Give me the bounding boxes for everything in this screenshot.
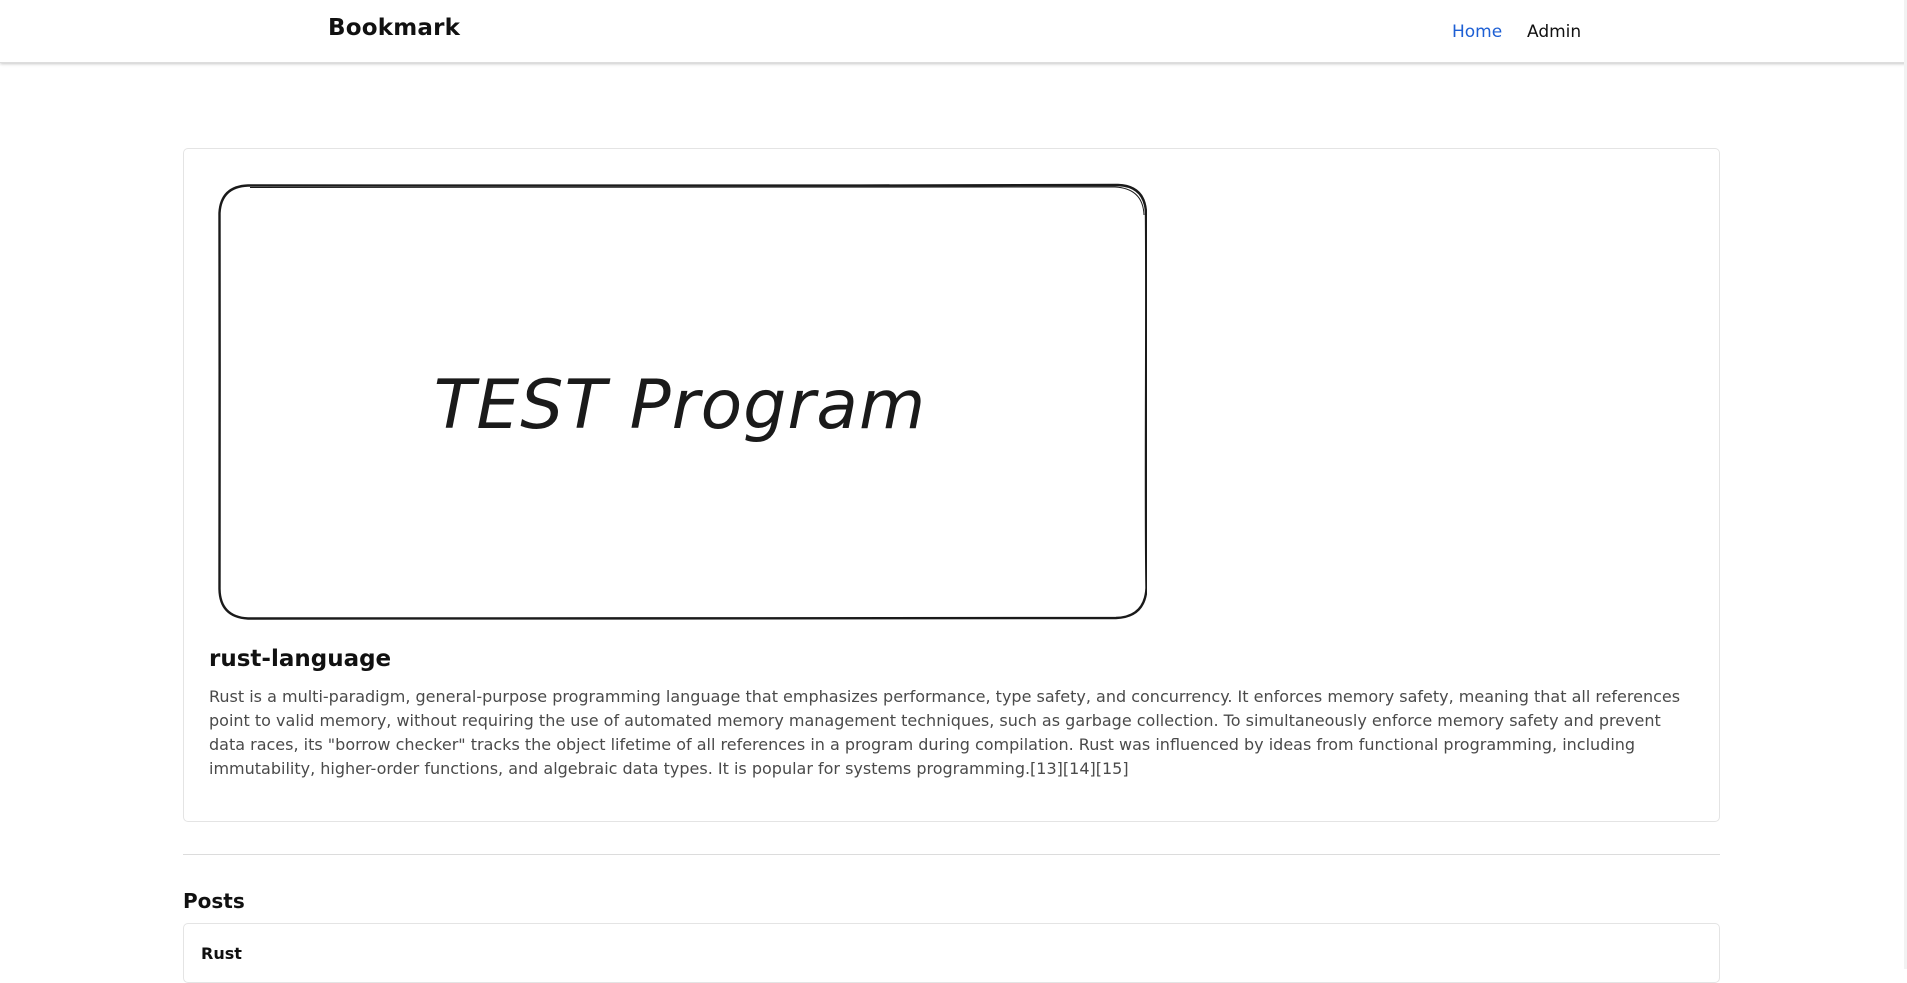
bookmark-title: rust-language [209, 646, 392, 672]
post-list-item[interactable]: Rust [183, 923, 1720, 983]
posts-heading: Posts [183, 889, 245, 913]
section-divider [183, 854, 1720, 855]
brand-logo-link[interactable]: Bookmark [328, 15, 460, 41]
post-title: Rust [201, 944, 242, 963]
top-navbar: Bookmark Home Admin [0, 0, 1907, 63]
image-caption-text: TEST Program [434, 366, 926, 445]
bookmark-image: TEST Program [218, 183, 1147, 620]
bookmark-description: Rust is a multi-paradigm, general-purpos… [209, 687, 1681, 778]
nav-link-admin[interactable]: Admin [1527, 22, 1581, 42]
nav-link-home[interactable]: Home [1452, 22, 1502, 42]
